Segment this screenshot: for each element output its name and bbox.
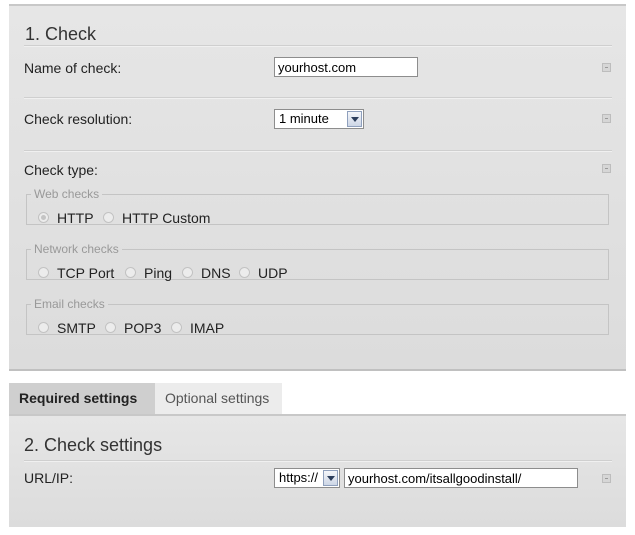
section-title-check: 1. Check: [25, 24, 97, 44]
help-icon[interactable]: [602, 114, 611, 123]
divider: [24, 150, 612, 152]
check-resolution-label: Check resolution:: [24, 111, 133, 127]
divider: [24, 45, 612, 47]
radio-label-dns: DNS: [201, 265, 231, 281]
radio-label-udp: UDP: [258, 265, 288, 281]
radio-ping[interactable]: [125, 267, 136, 278]
radio-imap[interactable]: [171, 322, 182, 333]
name-of-check-label: Name of check:: [24, 60, 122, 76]
protocol-value: https://: [279, 470, 319, 485]
divider: [24, 97, 612, 99]
tab-required-settings[interactable]: Required settings: [9, 383, 155, 414]
radio-http-custom[interactable]: [103, 212, 114, 223]
radio-label-imap: IMAP: [190, 320, 225, 336]
radio-label-smtp: SMTP: [57, 320, 96, 336]
chevron-down-icon[interactable]: [323, 470, 338, 486]
radio-label-http-custom: HTTP Custom: [122, 210, 211, 226]
name-of-check-input[interactable]: [274, 57, 418, 77]
radio-tcp-port[interactable]: [38, 267, 49, 278]
url-input[interactable]: [344, 468, 578, 488]
network-checks-legend: Network checks: [34, 242, 119, 256]
check-resolution-value: 1 minute: [279, 111, 329, 126]
divider: [24, 460, 612, 462]
help-icon[interactable]: [602, 164, 611, 173]
radio-dns[interactable]: [182, 267, 193, 278]
radio-label-pop3: POP3: [124, 320, 162, 336]
check-settings-panel: 2. Check settings URL/IP: https://: [9, 414, 626, 527]
radio-pop3[interactable]: [105, 322, 116, 333]
radio-label-http: HTTP: [57, 210, 94, 226]
radio-label-tcp-port: TCP Port: [57, 265, 115, 281]
radio-http[interactable]: [38, 212, 49, 223]
radio-smtp[interactable]: [38, 322, 49, 333]
chevron-down-icon[interactable]: [347, 111, 362, 127]
help-icon[interactable]: [602, 63, 611, 72]
help-icon[interactable]: [602, 474, 611, 483]
check-panel: 1. Check Name of check: Check resolution…: [9, 4, 626, 371]
radio-udp[interactable]: [239, 267, 250, 278]
check-resolution-select[interactable]: 1 minute: [274, 109, 364, 129]
check-type-label: Check type:: [24, 162, 98, 178]
radio-label-ping: Ping: [144, 265, 173, 281]
section-title-check-settings: 2. Check settings: [24, 435, 163, 455]
protocol-select[interactable]: https://: [274, 468, 340, 488]
url-ip-label: URL/IP:: [24, 470, 74, 486]
tab-optional-settings[interactable]: Optional settings: [155, 383, 282, 414]
email-checks-legend: Email checks: [34, 297, 105, 311]
web-checks-legend: Web checks: [34, 187, 100, 201]
